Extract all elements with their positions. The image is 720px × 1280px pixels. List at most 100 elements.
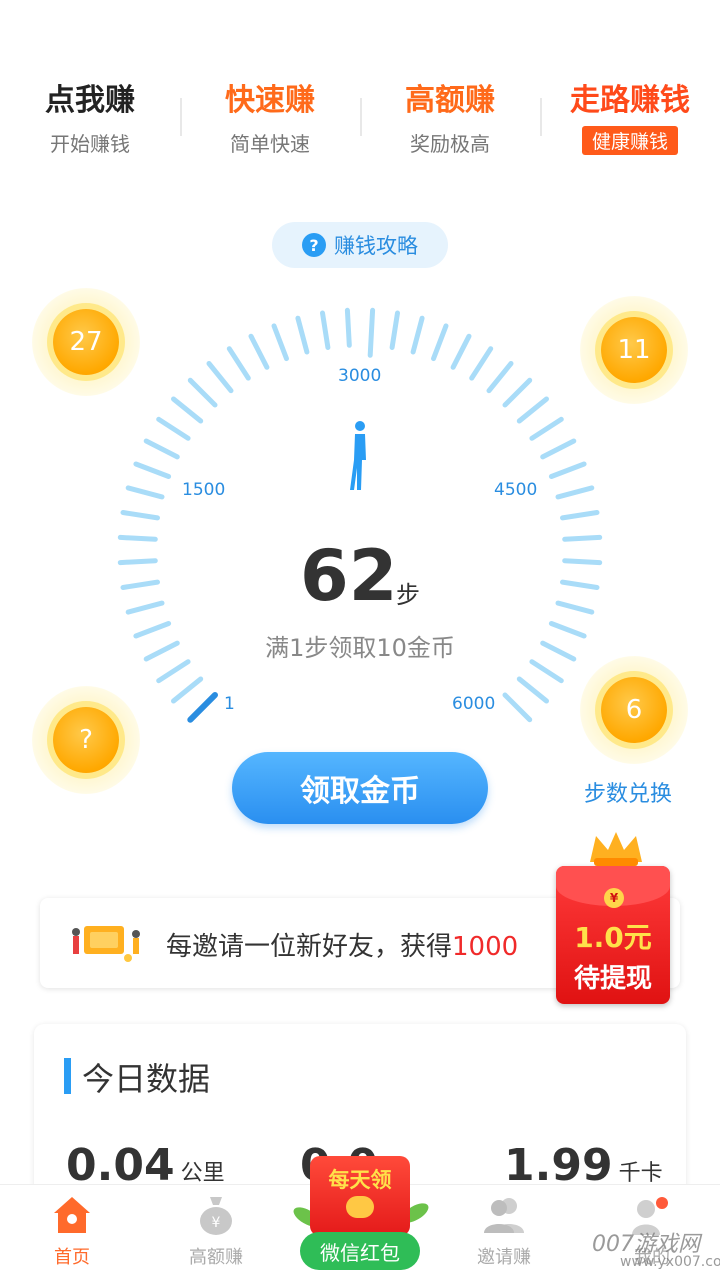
earn-guide-button[interactable]: ? 赚钱攻略	[272, 222, 448, 268]
gauge-tick	[117, 534, 158, 542]
walking-person-icon	[350, 421, 366, 490]
title-accent-bar	[64, 1058, 71, 1094]
tab-subtitle: 开始赚钱	[50, 132, 130, 156]
step-exchange-link[interactable]: 步数兑换	[584, 776, 672, 808]
gauge-tick	[125, 485, 165, 500]
gauge-tick	[548, 461, 587, 479]
nav-label: 首页	[54, 1247, 90, 1268]
coin-value: ?	[53, 707, 119, 773]
tab-title: 高额赚	[405, 83, 495, 118]
envelope-status: 待提现	[573, 964, 652, 994]
watermark-url: www.yx007.com	[620, 1254, 720, 1270]
gauge-tick	[555, 600, 595, 615]
gauge-tick	[133, 461, 172, 479]
nav-home[interactable]: 首页	[12, 1193, 132, 1269]
coin-value: 27	[53, 309, 119, 375]
gauge-tick	[389, 310, 400, 350]
gauge-tick	[562, 558, 603, 566]
gauge-tick	[248, 333, 270, 370]
money-bag-icon: ¥	[200, 1197, 232, 1235]
tab-subtitle: 简单快速	[230, 132, 310, 156]
invite-text: 每邀请一位新好友，获得1000	[166, 926, 518, 963]
crown-icon	[590, 832, 642, 866]
gauge-tick	[560, 579, 600, 590]
nav-high-earn[interactable]: ¥ 高额赚	[156, 1193, 276, 1269]
tab-high-earn[interactable]: 高额赚 奖励极高	[360, 82, 540, 157]
gauge-tick	[367, 307, 376, 358]
gauge-tick	[156, 659, 191, 684]
guide-label: 赚钱攻略	[334, 234, 418, 258]
gauge-tick	[562, 534, 603, 542]
red-envelope-widget[interactable]: ¥ 1.0元 待提现	[556, 832, 670, 1004]
invite-text-main: 每邀请一位新好友，获得	[166, 932, 453, 962]
gauge-tick	[271, 323, 289, 362]
gauge-tick-active	[187, 692, 218, 723]
gauge-tick	[117, 558, 158, 566]
gauge-label-6000: 6000	[452, 694, 496, 714]
nav-label: 高额赚	[189, 1247, 243, 1268]
gauge-tick	[555, 485, 595, 500]
wechat-packet-label: 微信红包	[300, 1232, 420, 1270]
gauge-tick	[516, 396, 549, 424]
stat-unit: 千卡	[618, 1161, 663, 1186]
gauge-tick	[120, 510, 160, 521]
gauge-tick	[560, 510, 600, 521]
gauge-tick	[486, 361, 514, 394]
yuan-icon: ¥	[604, 888, 624, 908]
gauge-tick	[226, 346, 251, 381]
gauge-tick	[540, 438, 577, 460]
today-title: 今日数据	[82, 1060, 211, 1098]
wechat-red-packet-button[interactable]: 每天领 微信红包	[290, 1150, 432, 1274]
gauge-tick	[171, 676, 204, 704]
coin-bubble-bottom-right[interactable]: 6	[580, 656, 688, 764]
gauge-tick	[206, 361, 234, 394]
coin-bubble-top-right[interactable]: 11	[580, 296, 688, 404]
svg-text:¥: ¥	[212, 1215, 221, 1231]
gauge-tick	[143, 438, 180, 460]
gauge-tick	[529, 416, 564, 441]
gauge-tick	[120, 579, 160, 590]
gauge-tick	[502, 692, 533, 723]
nav-invite[interactable]: 邀请赚	[444, 1193, 564, 1269]
stat-unit: 公里	[180, 1161, 225, 1186]
claim-coins-button[interactable]: 领取金币	[232, 752, 488, 824]
steps-count: 62	[300, 535, 398, 617]
nav-label: 邀请赚	[477, 1247, 531, 1268]
home-icon	[54, 1197, 90, 1233]
packet-seal-icon	[346, 1196, 374, 1218]
tab-click-earn[interactable]: 点我赚 开始赚钱	[0, 82, 180, 157]
invite-reward: 1000	[452, 932, 519, 962]
gauge-tick	[156, 416, 191, 441]
wechat-daily-label: 每天领	[328, 1168, 392, 1192]
gauge-tick	[125, 600, 165, 615]
gauge-tick	[295, 315, 310, 355]
gauge-tick	[410, 315, 425, 355]
gauge-tick	[344, 307, 352, 348]
gauge-tick	[450, 333, 472, 370]
claim-hint: 满1步领取10金币	[265, 634, 455, 662]
coin-value: 11	[601, 317, 667, 383]
gauge-label-4500: 4500	[494, 480, 538, 500]
gauge-tick	[502, 377, 533, 408]
question-icon: ?	[302, 233, 326, 257]
tab-subtitle: 奖励极高	[410, 132, 490, 156]
steps-unit: 步	[396, 581, 420, 609]
gauge-tick	[320, 310, 331, 350]
gauge-label-3000: 3000	[338, 366, 382, 386]
gauge-tick	[171, 396, 204, 424]
envelope-amount: 1.0元	[574, 921, 652, 954]
gauge-tick	[187, 377, 218, 408]
gauge-tick	[469, 346, 494, 381]
top-tabs: 点我赚 开始赚钱 快速赚 简单快速 高额赚 奖励极高 走路赚钱 健康赚钱	[0, 70, 720, 170]
gauge-tick	[516, 676, 549, 704]
gauge-tick	[529, 659, 564, 684]
tab-title: 走路赚钱	[570, 83, 690, 118]
coin-bubble-top-left[interactable]: 27	[32, 288, 140, 396]
invite-friends-icon	[72, 926, 140, 962]
tab-quick-earn[interactable]: 快速赚 简单快速	[180, 82, 360, 157]
users-icon	[484, 1198, 524, 1233]
tab-badge: 健康赚钱	[581, 126, 678, 155]
step-gauge	[117, 307, 603, 723]
tab-walk-earn[interactable]: 走路赚钱 健康赚钱	[540, 82, 720, 155]
coin-bubble-bottom-left[interactable]: ?	[32, 686, 140, 794]
